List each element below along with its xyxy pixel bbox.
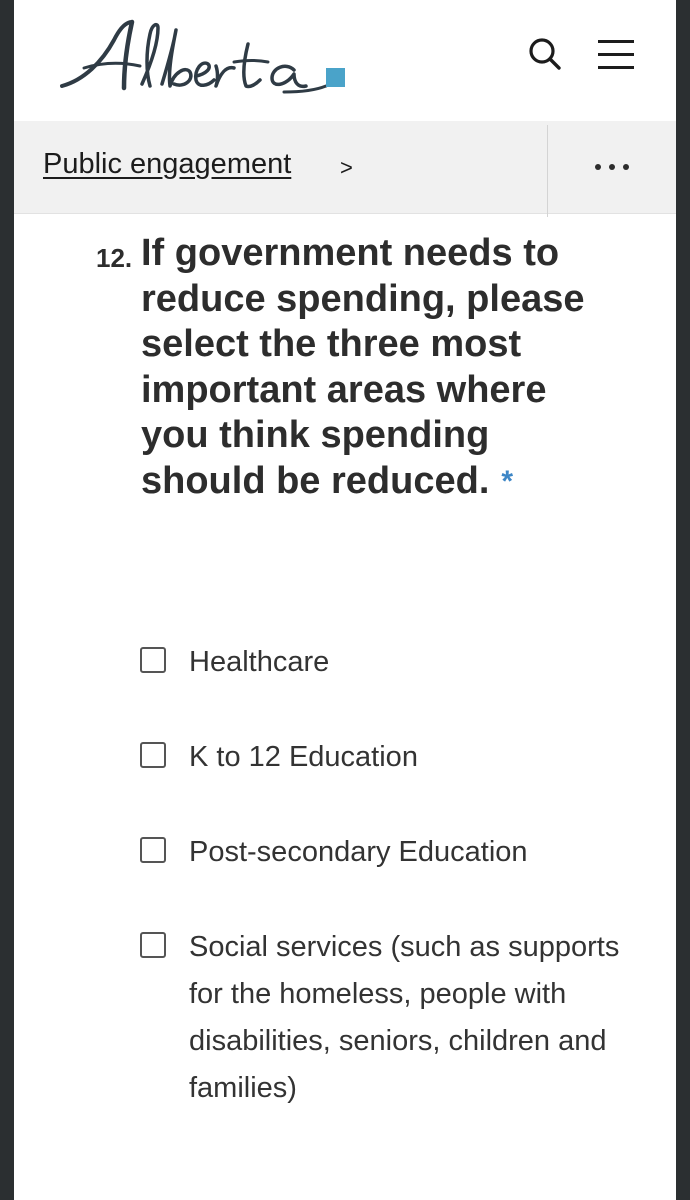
option-label: Social services (such as supports for th… (189, 931, 620, 1104)
option-label: Healthcare (189, 646, 330, 678)
search-button[interactable] (523, 32, 567, 76)
breadcrumb: Public engagement > (14, 121, 676, 217)
more-options-button[interactable] (548, 121, 676, 213)
checkbox[interactable] (140, 742, 166, 768)
page: Public engagement > 12. If government ne… (14, 0, 676, 1200)
option-label: K to 12 Education (189, 741, 418, 773)
required-marker: * (501, 464, 514, 498)
checkbox[interactable] (140, 837, 166, 863)
chevron-right-icon: > (340, 155, 353, 180)
menu-icon (598, 40, 634, 69)
option-label: Post-secondary Education (189, 836, 528, 868)
alberta-logo-wordmark (60, 19, 345, 94)
more-dot (623, 164, 629, 170)
question-number: 12. (96, 243, 133, 273)
checkbox[interactable] (140, 647, 166, 673)
alberta-logo[interactable] (54, 10, 354, 110)
question-text: If government needs to reduce spending, … (141, 231, 611, 504)
menu-button[interactable] (594, 32, 638, 76)
question-text-body: If government needs to reduce spending, … (141, 232, 585, 502)
search-icon (529, 38, 561, 70)
logo-square (326, 68, 345, 87)
more-dot (609, 164, 615, 170)
checkbox[interactable] (140, 932, 166, 958)
site-header (14, 0, 676, 121)
breadcrumb-link-public-engagement[interactable]: Public engagement (43, 148, 291, 181)
more-horizontal-icon (595, 164, 601, 170)
